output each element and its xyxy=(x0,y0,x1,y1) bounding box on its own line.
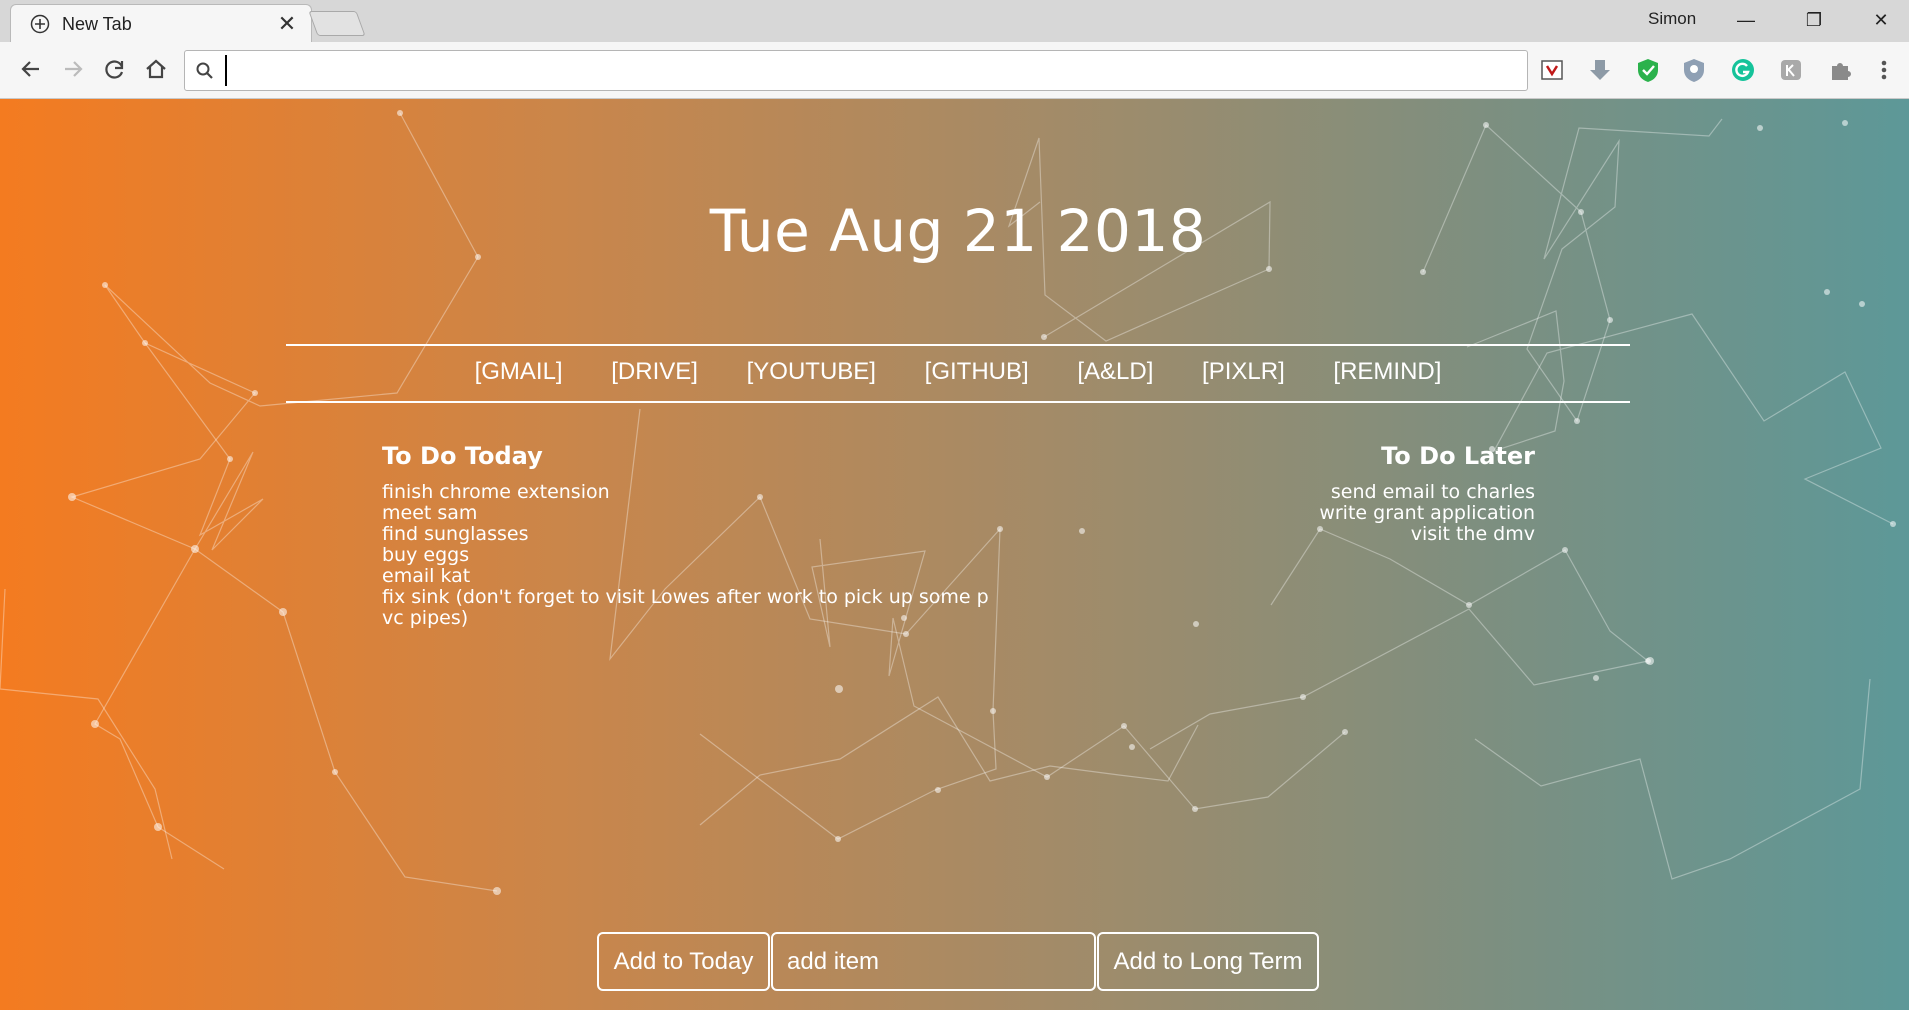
list-item[interactable]: email kat xyxy=(382,566,942,587)
link-youtube[interactable]: [YOUTUBE] xyxy=(747,358,876,385)
list-item[interactable]: write grant application xyxy=(1319,503,1535,524)
shield-icon[interactable] xyxy=(1634,56,1662,84)
add-item-input[interactable] xyxy=(771,932,1096,991)
new-tab-page: Tue Aug 21 2018 [GMAIL] [DRIVE] [YOUTUBE… xyxy=(0,99,1909,1010)
link-pixlr[interactable]: [PIXLR] xyxy=(1202,358,1285,385)
link-gmail[interactable]: [GMAIL] xyxy=(475,358,563,385)
menu-icon[interactable] xyxy=(1870,56,1898,84)
reload-icon[interactable] xyxy=(100,54,130,84)
privacy-icon[interactable] xyxy=(1680,56,1708,84)
toolbar xyxy=(0,42,1909,99)
quick-links: [GMAIL] [DRIVE] [YOUTUBE] [GITHUB] [A&LD… xyxy=(286,358,1630,386)
link-remind[interactable]: [REMIND] xyxy=(1333,358,1441,385)
link-github[interactable]: [GITHUB] xyxy=(925,358,1029,385)
todo-later-list: send email to charles write grant applic… xyxy=(1319,482,1535,545)
list-item[interactable]: send email to charles xyxy=(1319,482,1535,503)
add-to-today-button[interactable]: Add to Today xyxy=(597,932,770,991)
tab-title: New Tab xyxy=(62,14,132,34)
restore-button[interactable]: ❐ xyxy=(1786,0,1842,40)
puzzle-icon[interactable] xyxy=(1826,56,1854,84)
tab-close-button[interactable]: ✕ xyxy=(273,10,301,38)
todo-later-title: To Do Later xyxy=(1381,442,1535,470)
tab-new-tab[interactable]: New Tab ✕ xyxy=(10,4,312,42)
list-item[interactable]: fix sink (don't forget to visit Lowes af… xyxy=(382,587,989,608)
download-icon[interactable] xyxy=(1586,56,1614,84)
list-item[interactable]: buy eggs xyxy=(382,545,942,566)
bottom-divider xyxy=(286,401,1630,403)
link-drive[interactable]: [DRIVE] xyxy=(611,358,698,385)
new-tab-icon xyxy=(30,14,50,34)
search-icon xyxy=(196,62,213,79)
profile-name[interactable]: Simon xyxy=(1648,9,1696,29)
link-ald[interactable]: [A&LD] xyxy=(1077,358,1153,385)
list-item[interactable]: visit the dmv xyxy=(1319,524,1535,545)
minimize-button[interactable]: — xyxy=(1718,0,1774,40)
back-arrow-icon[interactable] xyxy=(16,54,46,84)
address-bar[interactable] xyxy=(184,50,1528,91)
todo-today-title: To Do Today xyxy=(382,442,543,470)
mcafee-icon[interactable] xyxy=(1538,56,1566,84)
new-tab-button[interactable] xyxy=(308,11,366,36)
list-item[interactable]: meet sam xyxy=(382,503,942,524)
list-item[interactable]: finish chrome extension xyxy=(382,482,942,503)
keyboard-icon[interactable] xyxy=(1777,56,1805,84)
top-divider xyxy=(286,344,1630,346)
address-input[interactable] xyxy=(225,55,1515,86)
date-heading: Tue Aug 21 2018 xyxy=(709,197,1207,265)
todo-today-list: finish chrome extension meet sam find su… xyxy=(382,482,989,629)
forward-arrow-icon[interactable] xyxy=(58,54,88,84)
grammarly-icon[interactable] xyxy=(1729,56,1757,84)
list-item[interactable]: vc pipes) xyxy=(382,608,942,629)
home-icon[interactable] xyxy=(141,54,171,84)
close-window-button[interactable]: ✕ xyxy=(1853,0,1909,40)
tab-strip: New Tab ✕ Simon — ❐ ✕ xyxy=(0,0,1909,42)
add-to-long-term-button[interactable]: Add to Long Term xyxy=(1097,932,1319,991)
list-item[interactable]: find sunglasses xyxy=(382,524,942,545)
